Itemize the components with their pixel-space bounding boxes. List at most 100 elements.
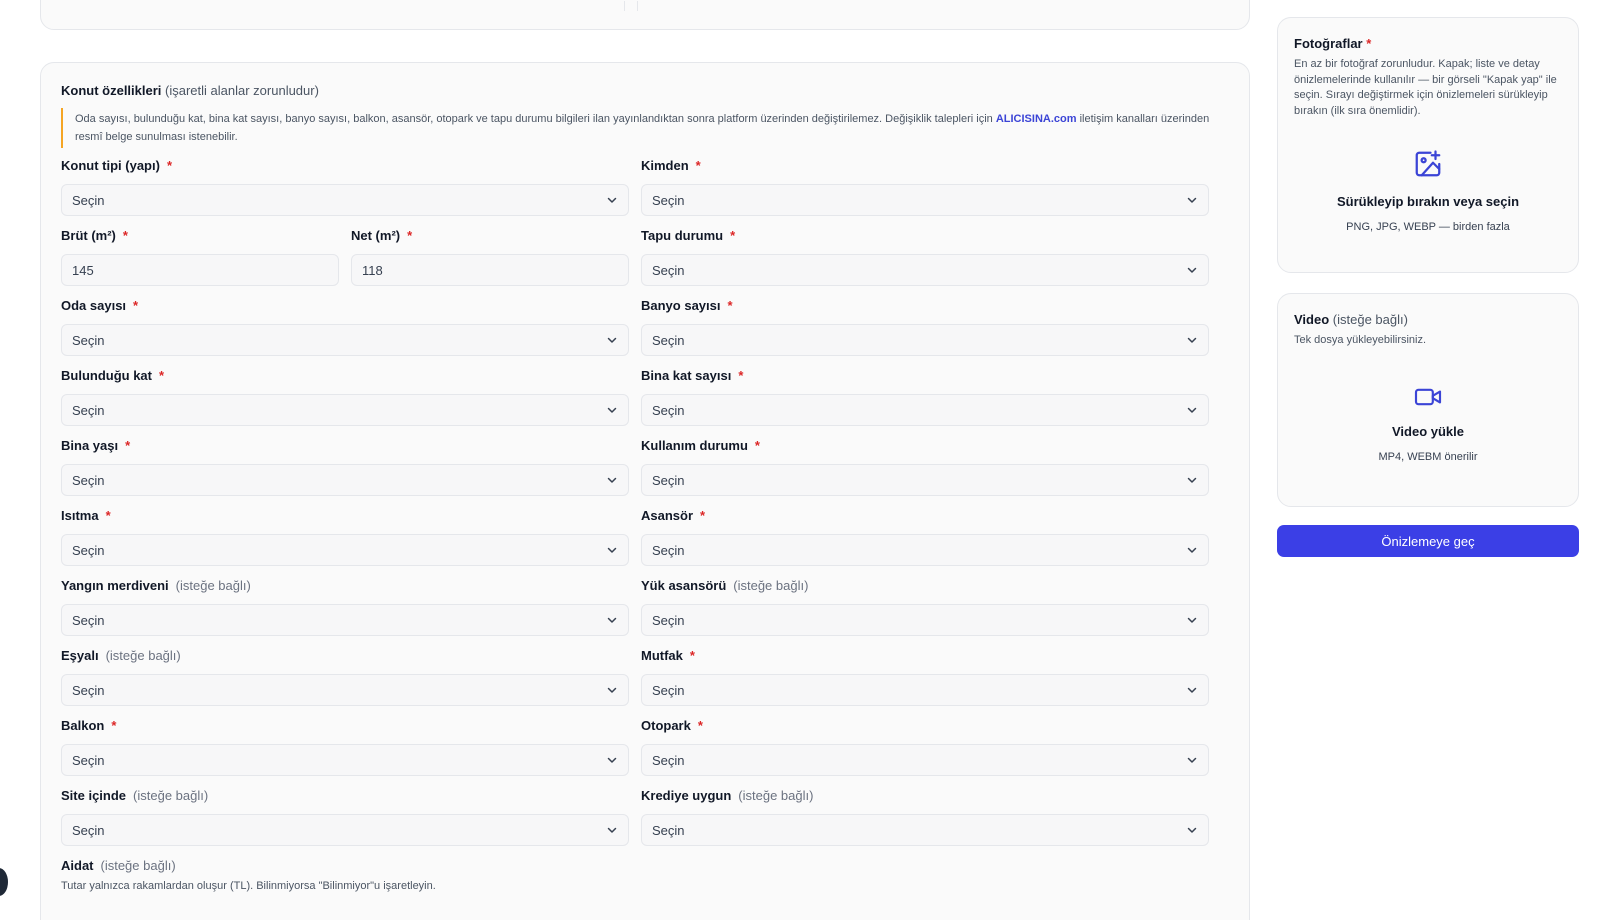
chevron-down-icon xyxy=(1187,477,1197,483)
photos-title: Fotoğraflar * xyxy=(1294,36,1372,51)
chevron-down-icon xyxy=(607,337,617,343)
field-label: Yangın merdiveni xyxy=(61,578,169,593)
field-label: Aidat xyxy=(61,858,94,873)
optional-note: (isteğe bağlı) xyxy=(105,648,181,663)
asansor-select[interactable]: Seçin xyxy=(641,534,1209,566)
yangin-select[interactable]: Seçin xyxy=(61,604,629,636)
kullanim-select[interactable]: Seçin xyxy=(641,464,1209,496)
krediye-select[interactable]: Seçin xyxy=(641,814,1209,846)
required-mark: * xyxy=(689,648,695,663)
required-mark: * xyxy=(111,718,117,733)
photos-card: Fotoğraflar * En az bir fotoğraf zorunlu… xyxy=(1277,17,1579,273)
field-net: Net (m²) * 118 xyxy=(351,228,629,298)
kimden-select[interactable]: Seçin xyxy=(641,184,1209,216)
optional-note: (isteğe bağlı) xyxy=(738,788,814,803)
site-select[interactable]: Seçin xyxy=(61,814,629,846)
net-input[interactable]: 118 xyxy=(351,254,629,286)
field-label: Brüt (m²) xyxy=(61,228,116,243)
field-site: Site içinde (isteğe bağlı) Seçin xyxy=(61,788,629,858)
video-title: Video (isteğe bağlı) xyxy=(1294,312,1408,327)
chevron-down-icon xyxy=(607,827,617,833)
isitma-select[interactable]: Seçin xyxy=(61,534,629,566)
chevron-down-icon xyxy=(607,477,617,483)
bina-yasi-select[interactable]: Seçin xyxy=(61,464,629,496)
kat-select[interactable]: Seçin xyxy=(61,394,629,426)
otopark-select[interactable]: Seçin xyxy=(641,744,1209,776)
field-label: Konut tipi (yapı) xyxy=(61,158,160,173)
chevron-down-icon xyxy=(1187,267,1197,273)
field-asansor: Asansör * Seçin xyxy=(641,508,1209,578)
field-label: Otopark xyxy=(641,718,691,733)
field-label: Kimden xyxy=(641,158,689,173)
banyo-select[interactable]: Seçin xyxy=(641,324,1209,356)
required-mark: * xyxy=(738,368,744,383)
form-grid: Konut tipi (yapı) * Seçin Kimden * Seçin B… xyxy=(61,158,1229,920)
chevron-down-icon xyxy=(607,547,617,553)
required-mark: * xyxy=(700,508,706,523)
divider xyxy=(624,1,625,11)
section-title: Konut özellikleri (işaretli alanlar zoru… xyxy=(61,83,319,98)
yuk-asansor-select[interactable]: Seçin xyxy=(641,604,1209,636)
field-yangin: Yangın merdiveni (isteğe bağlı) Seçin xyxy=(61,578,629,648)
field-brut: Brüt (m²) * 145 xyxy=(61,228,339,298)
field-aidat: Aidat (isteğe bağlı) Tutar yalnızca rakam… xyxy=(61,858,629,920)
required-mark: * xyxy=(105,508,111,523)
field-konut-tipi: Konut tipi (yapı) * Seçin xyxy=(61,158,629,228)
info-notice: Oda sayısı, bulunduğu kat, bina kat sayı… xyxy=(61,108,1211,148)
field-label: Bina kat sayısı xyxy=(641,368,732,383)
mutfak-select[interactable]: Seçin xyxy=(641,674,1209,706)
chevron-down-icon xyxy=(1187,407,1197,413)
required-mark: * xyxy=(727,298,733,313)
top-card xyxy=(40,0,1250,30)
field-label: Tapu durumu xyxy=(641,228,724,243)
video-camera-icon xyxy=(1414,388,1442,405)
field-label: Bulunduğu kat xyxy=(61,368,152,383)
field-label: Asansör xyxy=(641,508,694,523)
preview-button[interactable]: Önizlemeye geç xyxy=(1277,525,1579,557)
bina-kat-select[interactable]: Seçin xyxy=(641,394,1209,426)
field-krediye: Krediye uygun (isteğe bağlı) Seçin xyxy=(641,788,1209,858)
video-drop-formats: MP4, WEBM önerilir xyxy=(1378,450,1478,463)
chevron-down-icon xyxy=(607,687,617,693)
field-mutfak: Mutfak * Seçin xyxy=(641,648,1209,718)
required-mark: * xyxy=(1366,36,1372,51)
optional-note: (isteğe bağlı) xyxy=(175,578,251,593)
required-mark: * xyxy=(730,228,736,243)
field-label: Krediye uygun xyxy=(641,788,732,803)
field-label: Oda sayısı xyxy=(61,298,127,313)
optional-note: (isteğe bağlı) xyxy=(133,788,209,803)
field-tapu: Tapu durumu * Seçin xyxy=(641,228,1209,298)
aidat-hint: Tutar yalnızca rakamlardan oluşur (TL). … xyxy=(61,880,436,892)
field-label: Bina yaşı xyxy=(61,438,119,453)
field-label: Kullanım durumu xyxy=(641,438,748,453)
chevron-down-icon xyxy=(1187,337,1197,343)
property-features-card: Konut özellikleri (işaretli alanlar zoru… xyxy=(40,62,1250,920)
balkon-select[interactable]: Seçin xyxy=(61,744,629,776)
photo-drop-title: Sürükleyip bırakın veya seçin xyxy=(1336,194,1520,209)
optional-note: (isteğe bağlı) xyxy=(733,578,809,593)
field-bina-kat: Bina kat sayısı * Seçin xyxy=(641,368,1209,438)
chevron-down-icon xyxy=(1187,197,1197,203)
floating-handle[interactable] xyxy=(0,868,8,896)
field-label: Banyo sayısı xyxy=(641,298,721,313)
field-kat: Bulunduğu kat * Seçin xyxy=(61,368,629,438)
tapu-select[interactable]: Seçin xyxy=(641,254,1209,286)
image-plus-icon xyxy=(1415,150,1441,177)
field-label: Net (m²) xyxy=(351,228,401,243)
esyali-select[interactable]: Seçin xyxy=(61,674,629,706)
chevron-down-icon xyxy=(607,757,617,763)
chevron-down-icon xyxy=(1187,757,1197,763)
chevron-down-icon xyxy=(607,407,617,413)
required-mark: * xyxy=(407,228,413,243)
oda-select[interactable]: Seçin xyxy=(61,324,629,356)
video-dropzone[interactable]: Video yükle MP4, WEBM önerilir xyxy=(1294,385,1562,463)
konut-tipi-select[interactable]: Seçin xyxy=(61,184,629,216)
photo-drop-formats: PNG, JPG, WEBP — birden fazla xyxy=(1346,221,1510,233)
brut-input[interactable]: 145 xyxy=(61,254,339,286)
field-label: Balkon xyxy=(61,718,105,733)
brand-link[interactable]: ALICISINA.com xyxy=(996,113,1077,125)
field-esyali: Eşyalı (isteğe bağlı) Seçin xyxy=(61,648,629,718)
required-mark: * xyxy=(125,438,131,453)
field-balkon: Balkon * Seçin xyxy=(61,718,629,788)
photo-dropzone[interactable]: Sürükleyip bırakın veya seçin PNG, JPG, … xyxy=(1294,149,1562,233)
